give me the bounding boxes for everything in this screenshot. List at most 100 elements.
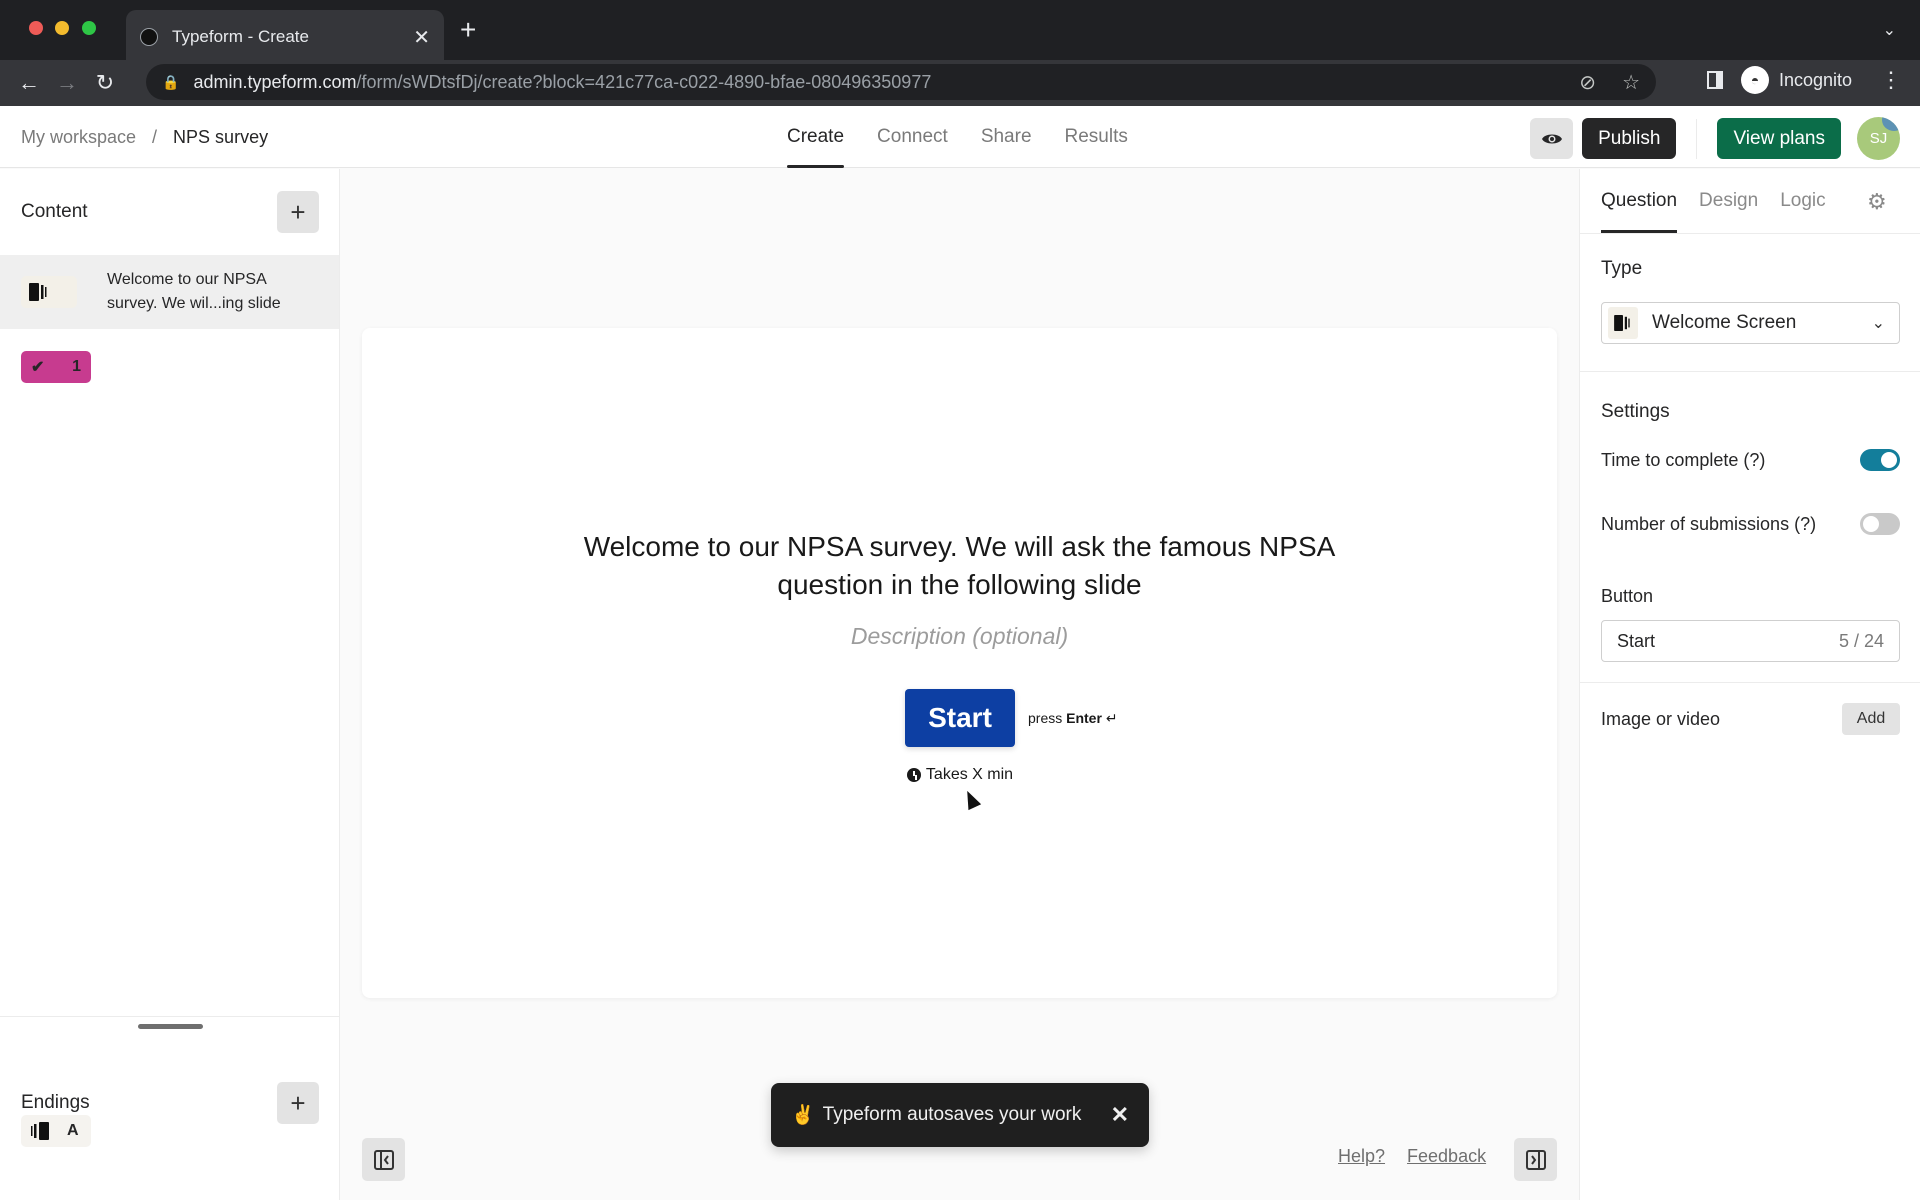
gear-icon[interactable]: ⚙	[1867, 189, 1887, 215]
start-button[interactable]: Start	[905, 689, 1015, 747]
content-panel: Content + Welcome to our NPSA survey. We…	[0, 169, 340, 1200]
typeform-app: My workspace / NPS survey Create Connect…	[0, 106, 1920, 1200]
type-value: Welcome Screen	[1652, 312, 1797, 333]
add-ending-button[interactable]: +	[277, 1082, 319, 1124]
publish-button[interactable]: Publish	[1582, 118, 1677, 159]
close-toast-icon[interactable]: ✕	[1111, 1102, 1129, 1128]
tab-title: Typeform - Create	[172, 27, 309, 46]
settings-panel: Question Design Logic ⚙ Type Welcome Scr…	[1579, 169, 1920, 1200]
enter-return-icon: ↵	[1105, 709, 1118, 726]
press-key: Enter	[1066, 709, 1102, 726]
number-of-submissions-setting: Number of submissions (?)	[1601, 513, 1900, 535]
window-minimize-button[interactable]	[55, 21, 69, 35]
plus-icon: +	[290, 1087, 306, 1118]
forward-arrow-icon[interactable]: →	[49, 70, 85, 96]
browser-menu-icon[interactable]: ⋮	[1880, 67, 1902, 93]
description-field[interactable]: Description (optional)	[362, 623, 1557, 650]
question-type-select[interactable]: Welcome Screen ⌄	[1601, 302, 1900, 344]
ending-screen-icon	[31, 1122, 49, 1140]
tab-share[interactable]: Share	[981, 106, 1032, 168]
browser-tab-strip: Typeform - Create ✕ + ⌄	[0, 0, 1920, 64]
collapse-right-panel-button[interactable]	[1514, 1138, 1557, 1181]
time-to-complete-label: Time to complete (?)	[1601, 449, 1766, 470]
view-plans-button[interactable]: View plans	[1717, 118, 1841, 159]
content-item-question-1[interactable]: ✔ 1	[21, 351, 91, 383]
autosave-toast: ✌ Typeform autosaves your work ✕	[771, 1083, 1149, 1147]
incognito-icon: ◓	[1740, 66, 1769, 94]
breadcrumb-separator: /	[152, 127, 158, 147]
form-preview-canvas: Welcome to our NPSA survey. We will ask …	[362, 328, 1557, 998]
window-zoom-button[interactable]	[82, 21, 96, 35]
breadcrumb-form-name[interactable]: NPS survey	[173, 127, 268, 148]
welcome-title[interactable]: Welcome to our NPSA survey. We will ask …	[362, 528, 1557, 604]
breadcrumb: My workspace / NPS survey	[21, 127, 268, 148]
image-or-video-label: Image or video	[1601, 709, 1721, 729]
time-to-complete-toggle[interactable]	[1860, 449, 1900, 471]
feedback-link[interactable]: Feedback	[1407, 1146, 1486, 1167]
back-arrow-icon[interactable]: ←	[11, 70, 47, 96]
breadcrumb-workspace[interactable]: My workspace	[21, 127, 136, 148]
toast-message: Typeform autosaves your work	[822, 1104, 1082, 1125]
tab-create[interactable]: Create	[787, 106, 845, 168]
side-panel-icon[interactable]	[1706, 71, 1723, 89]
main-tabs: Create Connect Share Results	[787, 106, 1128, 168]
browser-tab[interactable]: Typeform - Create ✕	[126, 10, 444, 64]
welcome-screen-icon	[21, 276, 77, 308]
ending-label: A	[67, 1122, 79, 1139]
button-text-input[interactable]: Start 5 / 24	[1601, 620, 1900, 662]
chevron-down-icon: ⌄	[1871, 315, 1885, 332]
section-divider	[1580, 682, 1920, 683]
tab-design[interactable]: Design	[1699, 169, 1758, 233]
collapse-right-icon	[1525, 1149, 1546, 1170]
collapse-left-icon	[373, 1149, 394, 1170]
type-label: Type	[1601, 258, 1643, 279]
plus-icon: +	[290, 196, 306, 227]
section-divider	[1580, 371, 1920, 372]
help-link[interactable]: Help?	[1338, 1146, 1385, 1167]
eye-icon	[1541, 134, 1562, 143]
add-content-button[interactable]: +	[277, 191, 319, 233]
question-number: 1	[72, 358, 81, 375]
url-bar[interactable]: 🔒 admin.typeform.com/form/sWDtsfDj/creat…	[146, 64, 1656, 100]
content-item-text: Welcome to our NPSA survey. We wil...ing…	[107, 271, 281, 312]
add-media-button[interactable]: Add	[1842, 703, 1900, 735]
url-path: /form/sWDtsfDj/create?block=421c77ca-c02…	[356, 71, 932, 92]
tab-connect[interactable]: Connect	[877, 106, 948, 168]
bookmark-star-icon[interactable]: ☆	[1622, 70, 1640, 95]
ending-item-a[interactable]: A	[21, 1115, 91, 1147]
button-text-value: Start	[1617, 630, 1656, 651]
tabs-divider	[1580, 233, 1920, 234]
avatar[interactable]: SJ	[1857, 117, 1900, 160]
tab-results[interactable]: Results	[1065, 106, 1128, 168]
press-prefix: press	[1028, 709, 1063, 726]
reload-icon[interactable]: ↻	[87, 70, 123, 96]
number-of-submissions-toggle[interactable]	[1860, 513, 1900, 535]
time-to-complete-label: Takes X min	[905, 766, 1015, 784]
press-enter-hint: press Enter ↵	[1028, 710, 1118, 727]
incognito-label: Incognito	[1778, 69, 1852, 90]
preview-button[interactable]	[1530, 118, 1574, 159]
address-bar-row: ← → ↻ 🔒 admin.typeform.com/form/sWDtsfDj…	[0, 60, 1920, 106]
close-tab-icon[interactable]: ✕	[413, 25, 430, 50]
eye-slash-icon[interactable]: ⊘	[1579, 70, 1596, 95]
content-item-welcome[interactable]: Welcome to our NPSA survey. We wil...ing…	[0, 255, 339, 329]
incognito-profile-button[interactable]: ◓ Incognito	[1740, 66, 1862, 94]
tab-search-chevron-icon[interactable]: ⌄	[1883, 20, 1896, 40]
collapse-left-panel-button[interactable]	[362, 1138, 405, 1181]
tab-logic[interactable]: Logic	[1780, 169, 1825, 233]
tab-question[interactable]: Question	[1601, 169, 1678, 233]
endings-title: Endings	[21, 1092, 90, 1113]
welcome-screen-icon	[1608, 307, 1638, 339]
avatar-initials: SJ	[1869, 130, 1888, 147]
time-to-complete-setting: Time to complete (?)	[1601, 449, 1900, 471]
resize-handle[interactable]	[138, 1024, 203, 1029]
content-title: Content	[21, 201, 88, 222]
clock-icon	[906, 768, 921, 782]
char-counter: 5 / 24	[1838, 630, 1884, 651]
takes-text: Takes X min	[925, 766, 1014, 783]
window-close-button[interactable]	[29, 21, 43, 35]
typeform-favicon-icon	[140, 28, 158, 46]
header-divider	[1696, 118, 1698, 159]
new-tab-button[interactable]: +	[460, 16, 476, 44]
url-host: admin.typeform.com	[193, 71, 357, 92]
